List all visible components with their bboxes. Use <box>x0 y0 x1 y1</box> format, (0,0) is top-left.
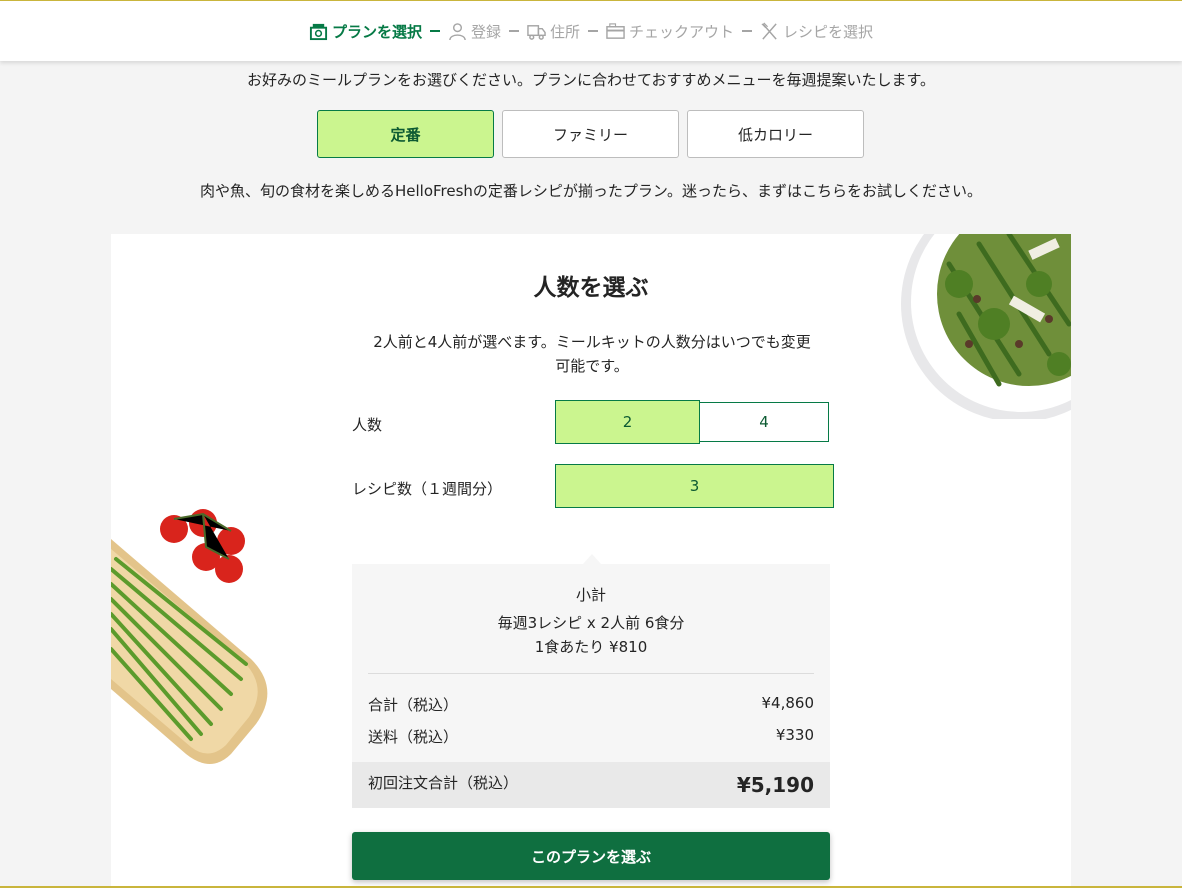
servings-option-4[interactable]: 4 <box>700 402 829 442</box>
summary-shipping-row: 送料（税込） ¥330 <box>368 726 814 747</box>
servings-note: 2人前と4人前が選べます。ミールキットの人数分はいつでも変更 可能です。 <box>352 330 832 378</box>
step-separator <box>588 30 598 32</box>
checkout-stepper: プランを選択 登録 住所 チェックアウト レシピを選択 <box>309 21 873 42</box>
progress-header: プランを選択 登録 住所 チェックアウト レシピを選択 <box>0 0 1182 61</box>
servings-label: 人数 <box>352 416 383 434</box>
plan-selector: 定番 ファミリー 低カロリー <box>317 110 864 158</box>
total-label: 合計（税込） <box>368 696 459 714</box>
shipping-label: 送料（税込） <box>368 728 459 746</box>
step-select-plan: プランを選択 <box>309 21 422 42</box>
servings-note-line2: 可能です。 <box>555 357 629 375</box>
recipes-option-3[interactable]: 3 <box>555 464 834 508</box>
shipping-value: ¥330 <box>775 726 814 744</box>
step-separator <box>742 30 753 32</box>
first-order-total-row: 初回注文合計（税込） ¥5,190 <box>352 762 830 808</box>
servings-note-line1: 2人前と4人前が選べます。ミールキットの人数分はいつでも変更 <box>373 333 811 351</box>
step-label: 登録 <box>470 22 501 41</box>
summary-per-meal: 1食あたり ¥810 <box>534 638 648 656</box>
servings-title: 人数を選ぶ <box>533 275 649 301</box>
card-icon <box>606 22 625 39</box>
price-summary: 小計 毎週3レシピ x 2人前 6食分 1食あたり ¥810 合計（税込） ¥4… <box>352 554 830 808</box>
summary-heading: 小計 <box>575 586 606 604</box>
truck-icon <box>527 24 546 40</box>
summary-divider <box>368 673 814 674</box>
step-label: 住所 <box>549 22 580 41</box>
box-icon <box>309 23 328 40</box>
summary-detail: 毎週3レシピ x 2人前 6食分 <box>497 614 685 632</box>
summary-total-row: 合計（税込） ¥4,860 <box>368 694 814 715</box>
step-select-recipes: レシピを選択 <box>760 21 873 42</box>
step-separator <box>508 30 519 32</box>
plan-tab-low-calorie[interactable]: 低カロリー <box>687 110 864 158</box>
first-order-value: ¥5,190 <box>736 773 814 797</box>
step-separator <box>429 30 440 32</box>
utensils-icon <box>761 22 777 40</box>
green-beans-image <box>111 509 268 764</box>
step-label: プランを選択 <box>331 22 422 41</box>
step-address: 住所 <box>527 21 580 42</box>
step-label: レシピを選択 <box>783 22 874 41</box>
user-icon <box>449 22 466 40</box>
plan-tab-standard[interactable]: 定番 <box>317 110 494 158</box>
select-plan-button[interactable]: このプランを選ぶ <box>352 832 830 880</box>
step-label: チェックアウト <box>629 22 735 41</box>
first-order-label: 初回注文合計（税込） <box>368 773 519 792</box>
plan-description: 肉や魚、旬の食材を楽しめるHelloFreshの定番レシピが揃ったプラン。迷った… <box>199 182 983 200</box>
salad-plate-image <box>901 234 1071 419</box>
servings-option-2[interactable]: 2 <box>555 400 700 444</box>
total-value: ¥4,860 <box>761 694 815 712</box>
plan-tab-family[interactable]: ファミリー <box>502 110 679 158</box>
servings-card: 人数を選ぶ 2人前と4人前が選べます。ミールキットの人数分はいつでも変更 可能で… <box>111 234 1071 888</box>
step-checkout: チェックアウト <box>606 21 734 42</box>
plan-intro-text: お好みのミールプランをお選びください。プランに合わせておすすめメニューを毎週提案… <box>246 71 936 89</box>
recipes-count-label: レシピ数（１週間分） <box>352 480 503 498</box>
step-register: 登録 <box>448 21 501 42</box>
